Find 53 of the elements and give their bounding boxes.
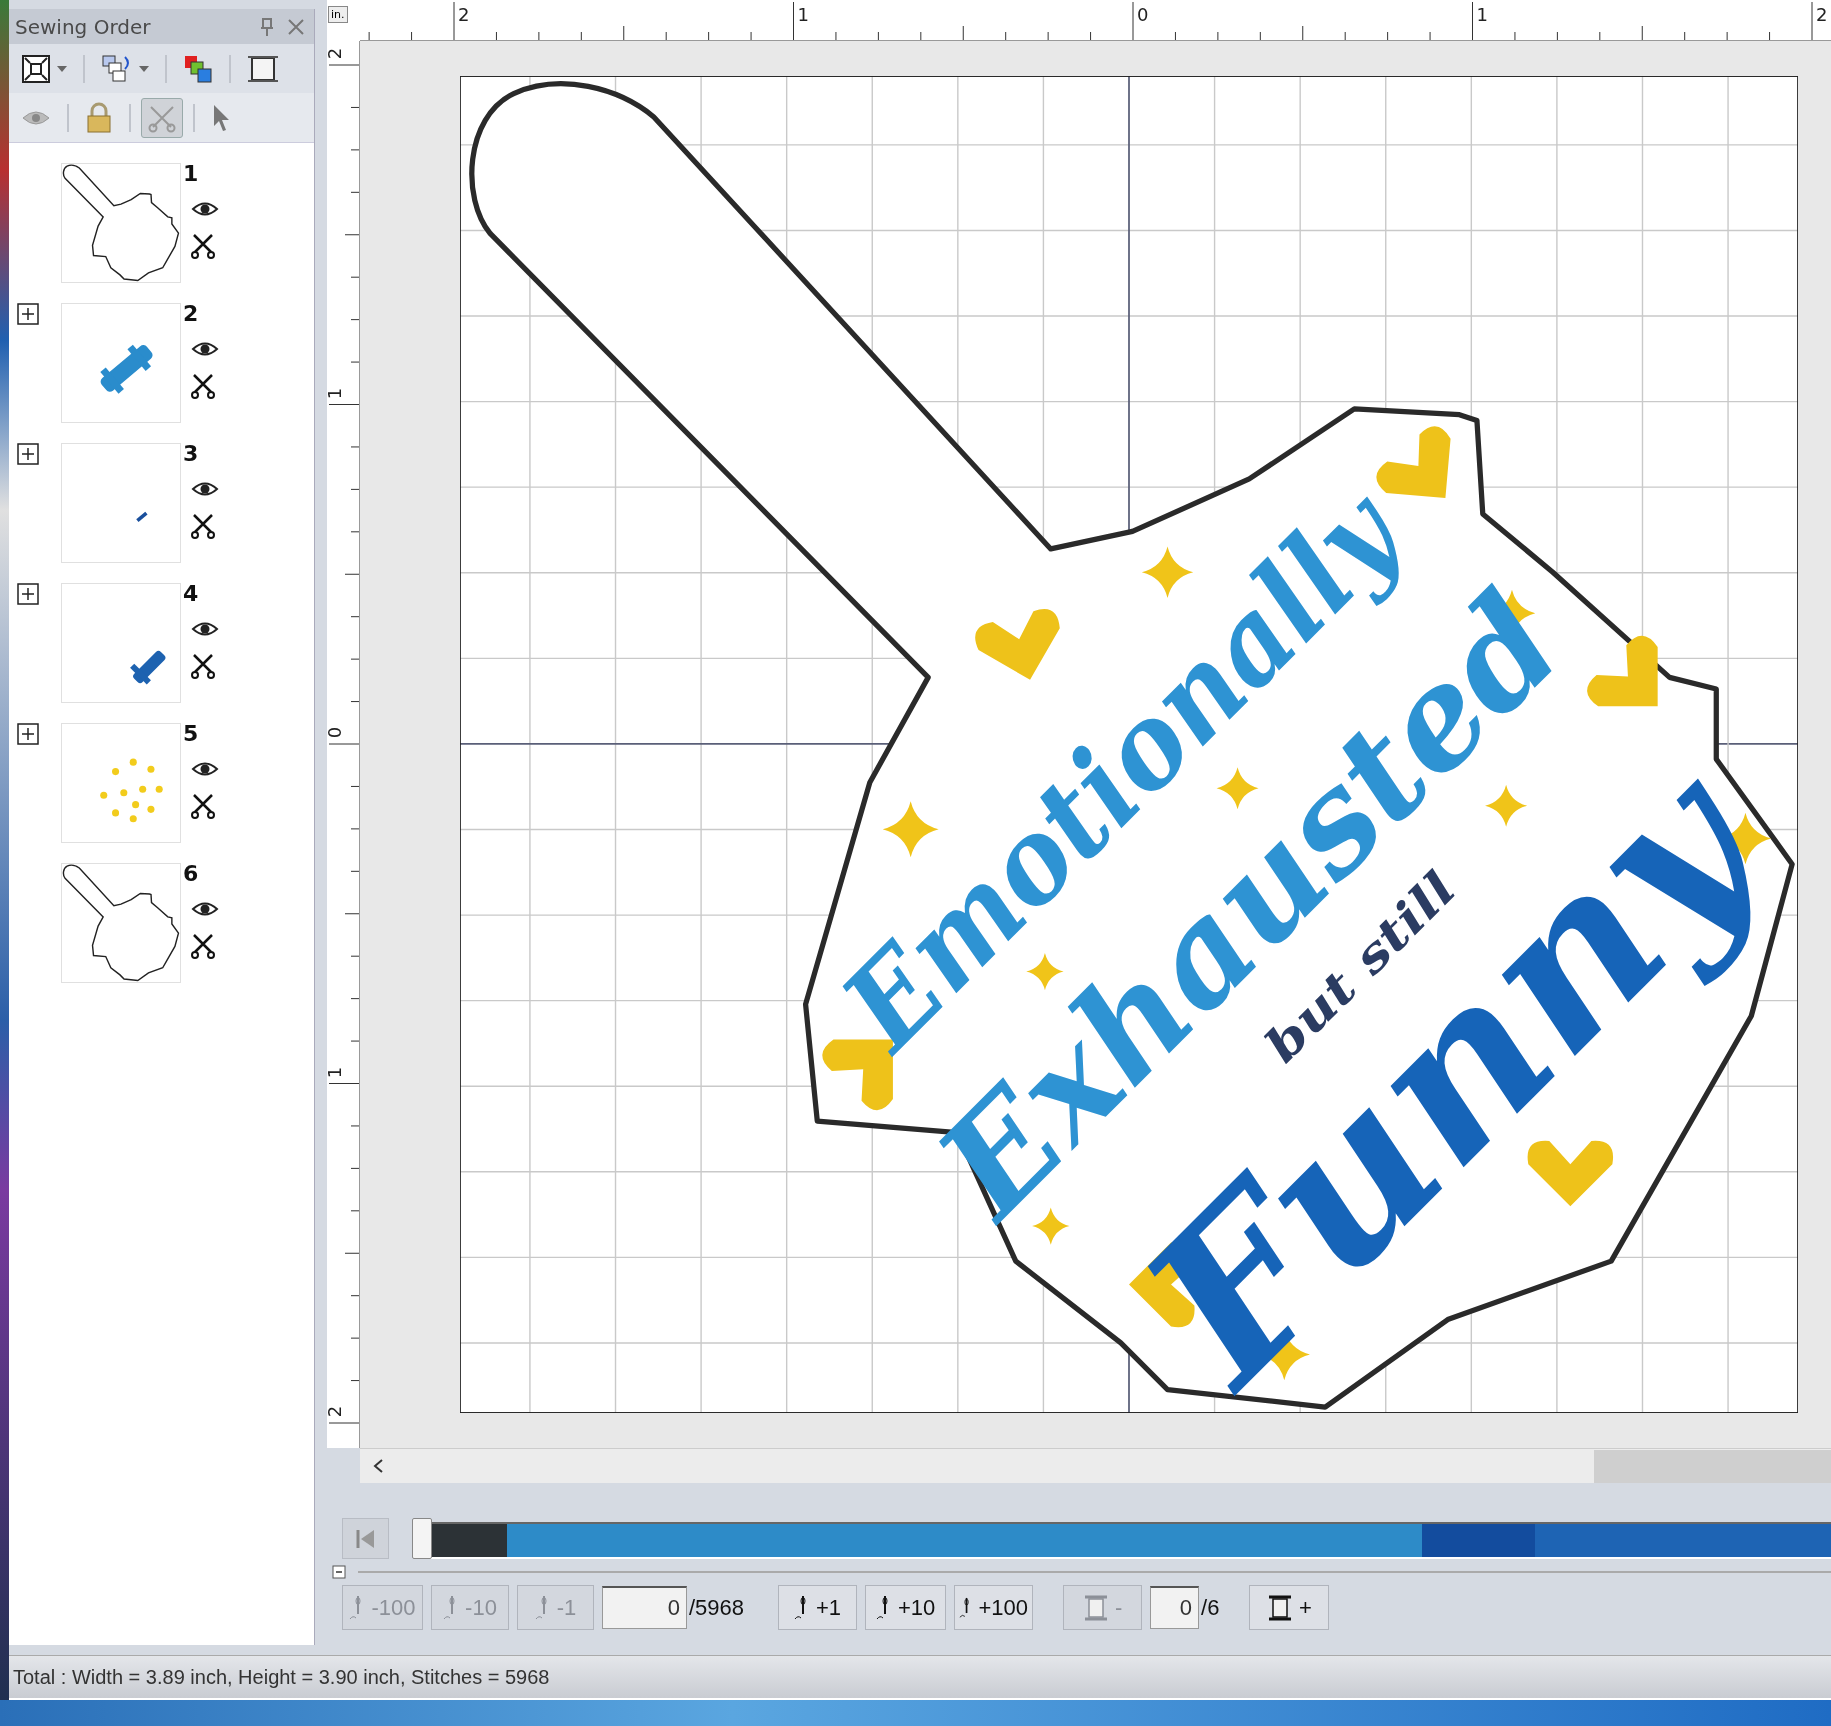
status-text: Total : Width = 3.89 inch, Height = 3.90 inch, Stitches = 5968 bbox=[13, 1665, 550, 1689]
item-number: 3 bbox=[183, 443, 199, 465]
step-button[interactable]: + bbox=[1249, 1585, 1330, 1630]
scissors-icon[interactable] bbox=[191, 653, 215, 679]
item-number: 5 bbox=[183, 723, 199, 745]
ruler-label: 2 bbox=[458, 4, 470, 25]
caret-icon bbox=[139, 65, 149, 72]
ruler-label: 2 bbox=[327, 47, 346, 60]
scissors-icon[interactable] bbox=[191, 233, 215, 259]
expand-icon[interactable] bbox=[17, 583, 39, 605]
ruler-label: 0 bbox=[327, 726, 346, 739]
panel-title: Sewing Order bbox=[15, 14, 152, 39]
item-number: 1 bbox=[183, 163, 199, 185]
scissors-icon[interactable] bbox=[191, 373, 215, 399]
ruler-label: 2 bbox=[327, 1405, 346, 1418]
expand-icon[interactable] bbox=[17, 723, 39, 745]
ruler-label: 2 bbox=[1816, 4, 1828, 25]
expand-icon[interactable] bbox=[17, 303, 39, 325]
scissors-icon[interactable] bbox=[191, 933, 215, 959]
collapse-icon[interactable] bbox=[332, 1565, 346, 1579]
unit-label: in. bbox=[328, 6, 348, 23]
scroll-left-icon[interactable] bbox=[372, 1458, 384, 1474]
pin-icon[interactable] bbox=[260, 17, 274, 36]
item-number: 6 bbox=[183, 863, 199, 885]
spool-icon bbox=[1082, 1594, 1109, 1621]
caret-icon bbox=[57, 65, 67, 72]
slider-thumb[interactable] bbox=[412, 1518, 432, 1559]
scissors-icon[interactable] bbox=[191, 793, 215, 819]
ruler-label: 1 bbox=[327, 1066, 346, 1078]
ruler-label: 1 bbox=[797, 4, 809, 25]
ruler-label: 0 bbox=[1137, 4, 1149, 25]
scissors-icon[interactable] bbox=[191, 513, 215, 539]
stitch-number-field[interactable]: 0 bbox=[602, 1586, 687, 1629]
step-button[interactable]: +1 bbox=[778, 1585, 858, 1630]
item-number: 2 bbox=[183, 303, 199, 325]
stitch-total: /5968 bbox=[689, 1594, 745, 1621]
ruler-label: 1 bbox=[1476, 4, 1488, 25]
color-number-field[interactable]: 0 bbox=[1150, 1586, 1200, 1629]
color-squares-icon bbox=[183, 53, 213, 84]
skip-start-icon bbox=[354, 1527, 377, 1550]
scrollbar-thumb[interactable] bbox=[1594, 1449, 1831, 1483]
step-button[interactable]: +10 bbox=[865, 1585, 947, 1630]
color-total: /6 bbox=[1201, 1594, 1220, 1621]
ruler-label: 1 bbox=[327, 387, 346, 399]
spool-icon bbox=[1267, 1594, 1293, 1621]
fit-view-icon bbox=[21, 53, 51, 84]
expand-icon[interactable] bbox=[17, 443, 39, 465]
close-icon[interactable] bbox=[288, 18, 304, 35]
thumbnail[interactable] bbox=[61, 163, 181, 283]
padlock-icon bbox=[85, 101, 113, 134]
item-number: 4 bbox=[183, 583, 199, 605]
step-button[interactable]: +100 bbox=[954, 1585, 1034, 1630]
thumbnail[interactable] bbox=[61, 863, 181, 983]
